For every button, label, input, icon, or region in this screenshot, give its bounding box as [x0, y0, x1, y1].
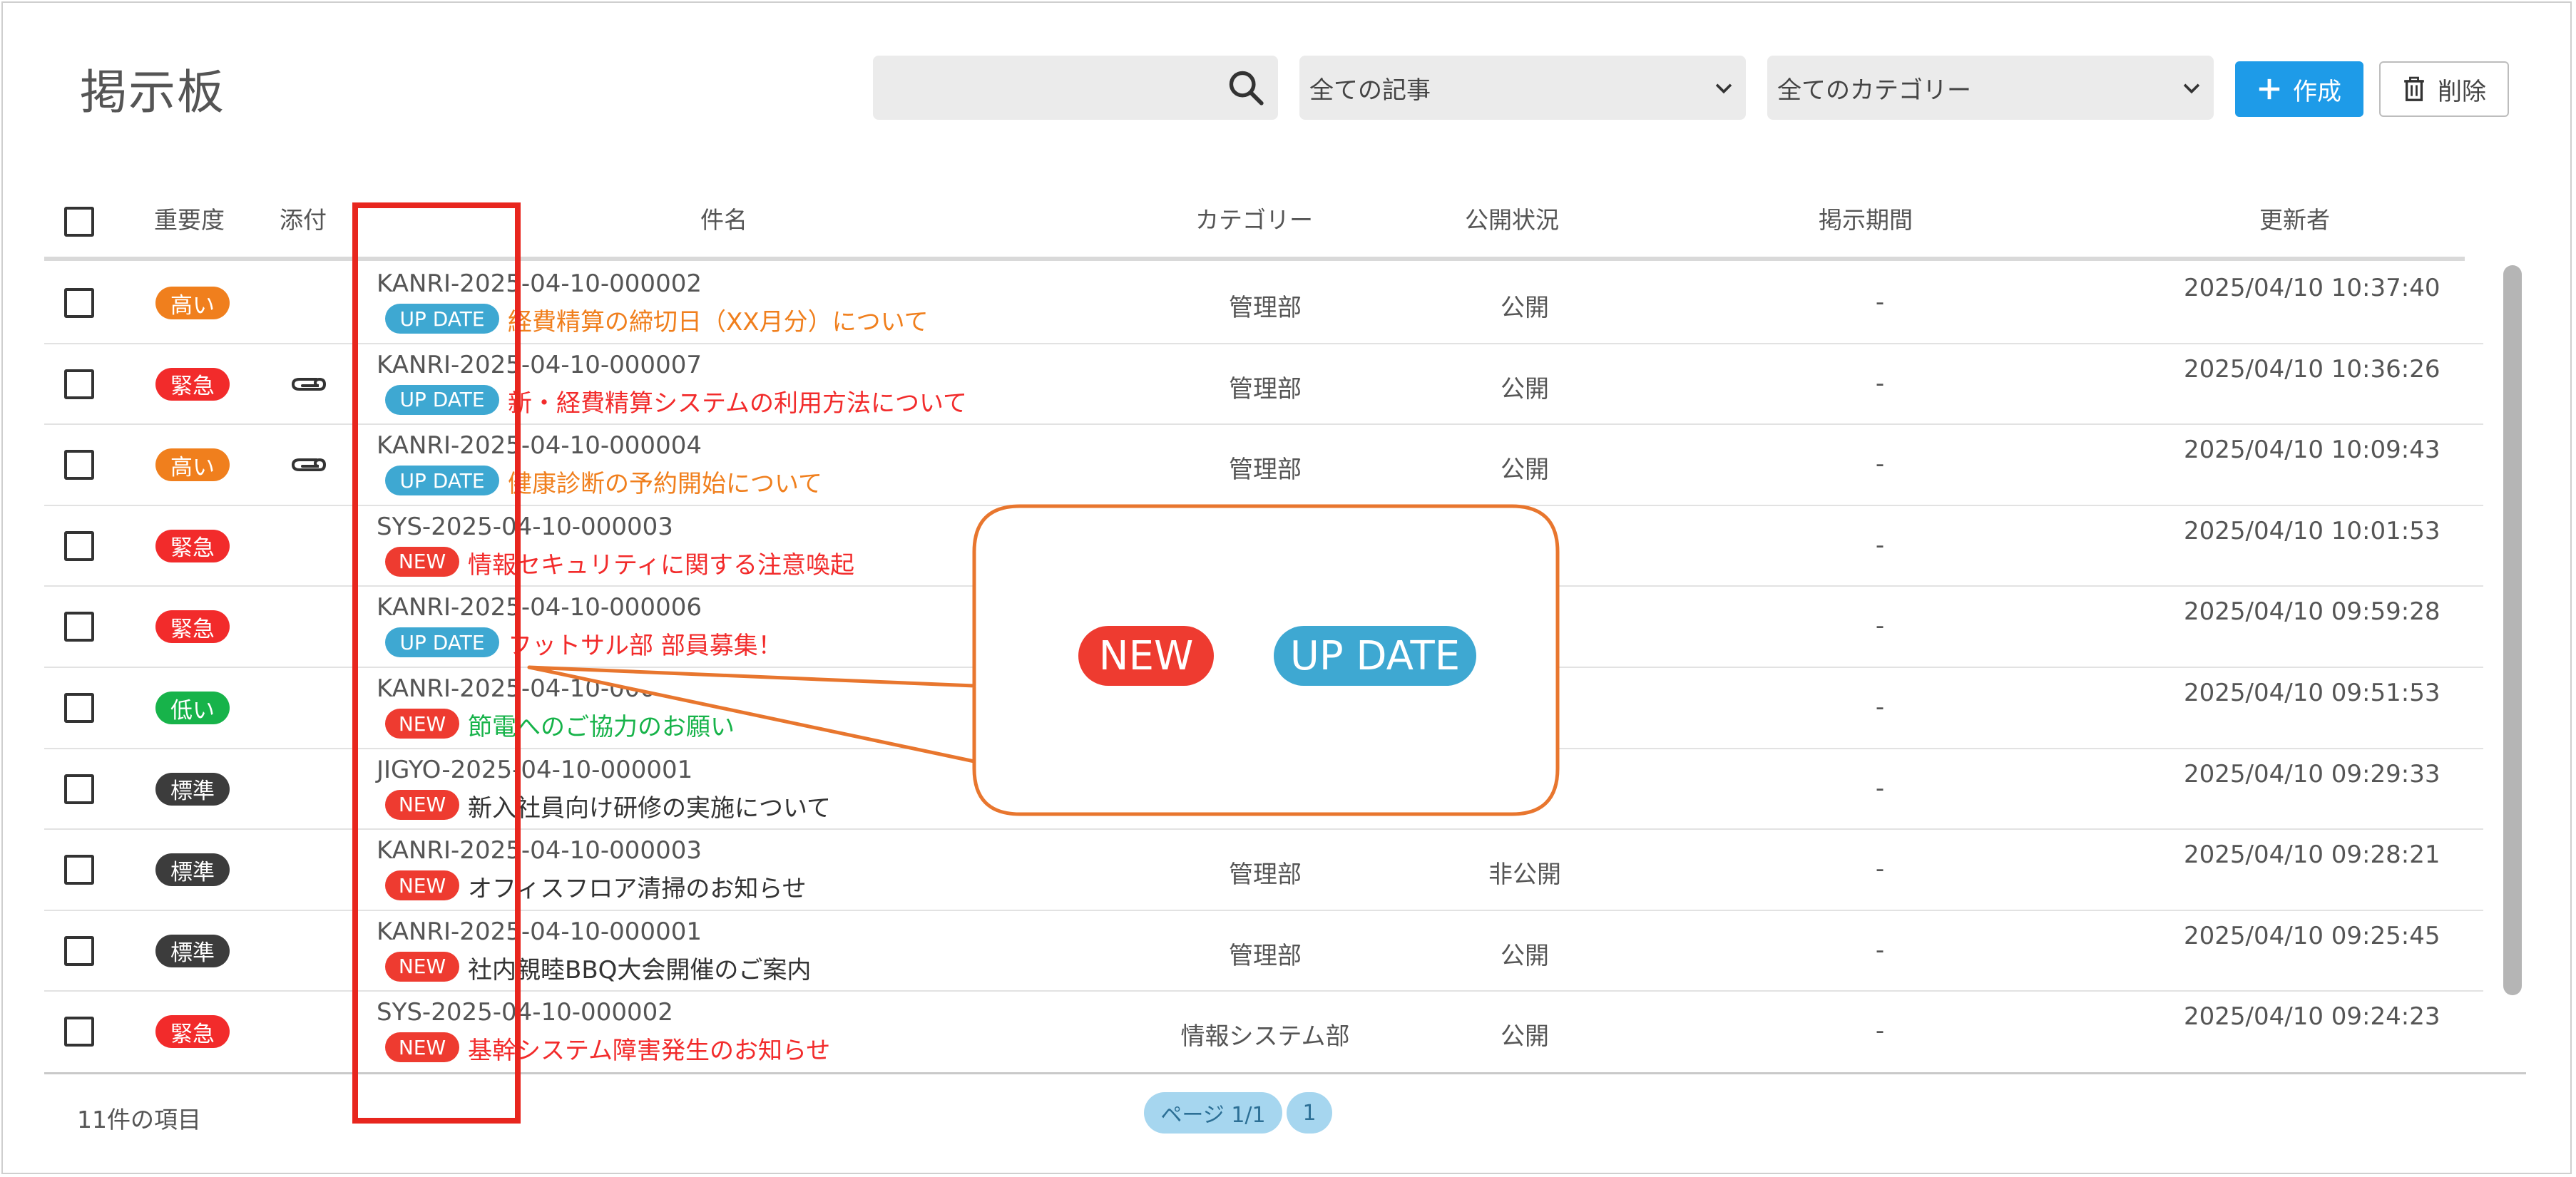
- header-period[interactable]: 掲示期間: [1819, 201, 1913, 235]
- row-checkbox[interactable]: [64, 612, 94, 642]
- header-subject[interactable]: 件名: [700, 201, 747, 235]
- create-button[interactable]: 作成: [2235, 61, 2363, 117]
- updated-cell: 2025/04/10 09:51:53: [2184, 679, 2440, 707]
- trash-icon: [2404, 76, 2424, 101]
- article-filter-value: 全ての記事: [1309, 76, 1431, 105]
- status-cell: 公開: [1501, 941, 1549, 970]
- updated-cell: 2025/04/10 09:59:28: [2184, 597, 2440, 627]
- period-cell: -: [1875, 369, 1885, 398]
- row-checkbox[interactable]: [64, 288, 94, 318]
- updated-cell: 2025/04/10 10:37:40: [2184, 274, 2440, 302]
- period-cell: -: [1875, 1017, 1885, 1046]
- period-cell: -: [1875, 288, 1885, 317]
- importance-badge: 緊急: [155, 1015, 230, 1049]
- importance-badge: 低い: [155, 692, 230, 724]
- category-filter-select[interactable]: 全てのカテゴリー: [1767, 56, 2214, 120]
- article-subject-link[interactable]: 経費精算の締切日（XX月分）について: [508, 302, 929, 337]
- chevron-down-icon: [1715, 83, 1732, 94]
- page-number-button[interactable]: 1: [1287, 1092, 1332, 1134]
- row-checkbox[interactable]: [64, 450, 94, 480]
- importance-badge: 標準: [155, 853, 230, 887]
- header-status[interactable]: 公開状況: [1465, 201, 1559, 235]
- updated-cell: 2025/04/10 10:36:26: [2184, 354, 2440, 384]
- callout-new-tag: NEW: [1078, 626, 1214, 686]
- importance-badge: 緊急: [155, 529, 230, 562]
- importance-badge: 高い: [155, 448, 230, 482]
- tag-column-highlight: [352, 202, 521, 1124]
- plus-icon: [2259, 78, 2280, 100]
- updated-cell: 2025/04/10 10:09:43: [2184, 436, 2440, 465]
- article-subject-link[interactable]: 新・経費精算システムの利用方法について: [508, 384, 967, 418]
- vertical-scrollbar[interactable]: [2503, 265, 2522, 995]
- category-cell: 管理部: [1229, 941, 1302, 970]
- page-title: 掲示板: [80, 65, 225, 120]
- status-cell: 公開: [1501, 456, 1549, 485]
- importance-badge: 高い: [155, 287, 230, 319]
- header-updater[interactable]: 更新者: [2259, 201, 2330, 235]
- category-filter-value: 全てのカテゴリー: [1777, 76, 1971, 105]
- row-checkbox[interactable]: [64, 773, 94, 804]
- category-cell: 管理部: [1229, 294, 1302, 322]
- updated-cell: 2025/04/10 09:29:33: [2184, 759, 2440, 788]
- importance-badge: 標準: [155, 934, 230, 967]
- importance-badge: 緊急: [155, 610, 230, 644]
- search-box[interactable]: [873, 56, 1278, 120]
- row-checkbox[interactable]: [64, 530, 94, 561]
- importance-badge: 標準: [155, 772, 230, 806]
- period-cell: -: [1875, 612, 1885, 641]
- article-subject-link[interactable]: 情報セキュリティに関する注意喚起: [468, 545, 854, 580]
- item-count: 11件の項目: [77, 1106, 201, 1134]
- header-category[interactable]: カテゴリー: [1195, 201, 1313, 235]
- article-subject-link[interactable]: フットサル部 部員募集！: [508, 626, 782, 661]
- row-checkbox[interactable]: [64, 369, 94, 399]
- delete-button[interactable]: 削除: [2379, 61, 2509, 117]
- header-attachment[interactable]: 添付: [280, 201, 327, 235]
- create-button-label: 作成: [2293, 77, 2341, 106]
- row-checkbox[interactable]: [64, 855, 94, 885]
- category-cell: 管理部: [1229, 456, 1302, 485]
- period-cell: -: [1875, 450, 1885, 479]
- paperclip-icon[interactable]: [288, 372, 329, 396]
- paperclip-icon[interactable]: [288, 453, 329, 477]
- period-cell: -: [1875, 855, 1885, 884]
- importance-badge: 緊急: [155, 367, 230, 401]
- article-subject-link[interactable]: 新入社員向け研修の実施について: [468, 788, 831, 823]
- updated-cell: 2025/04/10 09:25:45: [2184, 921, 2440, 950]
- status-cell: 公開: [1501, 294, 1549, 322]
- period-cell: -: [1875, 530, 1885, 560]
- header-importance[interactable]: 重要度: [154, 201, 225, 235]
- article-filter-select[interactable]: 全ての記事: [1299, 56, 1746, 120]
- period-cell: -: [1875, 693, 1885, 721]
- article-subject-link[interactable]: 健康診断の予約開始について: [508, 464, 822, 499]
- updated-cell: 2025/04/10 09:24:23: [2184, 1002, 2440, 1032]
- status-cell: 公開: [1501, 374, 1549, 404]
- category-cell: 管理部: [1229, 860, 1302, 890]
- row-checkbox[interactable]: [64, 693, 94, 723]
- page-indicator: ページ 1/1: [1144, 1092, 1282, 1134]
- callout-update-tag: UP DATE: [1274, 626, 1476, 686]
- row-checkbox[interactable]: [64, 935, 94, 966]
- period-cell: -: [1875, 773, 1885, 803]
- category-cell: 情報システム部: [1180, 1022, 1350, 1052]
- select-all-checkbox[interactable]: [64, 207, 94, 237]
- article-subject-link[interactable]: 基幹システム障害発生のお知らせ: [468, 1031, 830, 1066]
- period-cell: -: [1875, 935, 1885, 965]
- search-input[interactable]: [873, 56, 1215, 120]
- row-checkbox[interactable]: [64, 1017, 94, 1047]
- category-cell: 管理部: [1229, 374, 1302, 404]
- delete-button-label: 削除: [2438, 77, 2486, 106]
- status-cell: 非公開: [1488, 860, 1561, 890]
- updated-cell: 2025/04/10 09:28:21: [2184, 841, 2440, 870]
- updated-cell: 2025/04/10 10:01:53: [2184, 516, 2440, 545]
- status-cell: 公開: [1501, 1022, 1549, 1052]
- chevron-down-icon: [2183, 83, 2200, 94]
- search-icon[interactable]: [1225, 67, 1267, 108]
